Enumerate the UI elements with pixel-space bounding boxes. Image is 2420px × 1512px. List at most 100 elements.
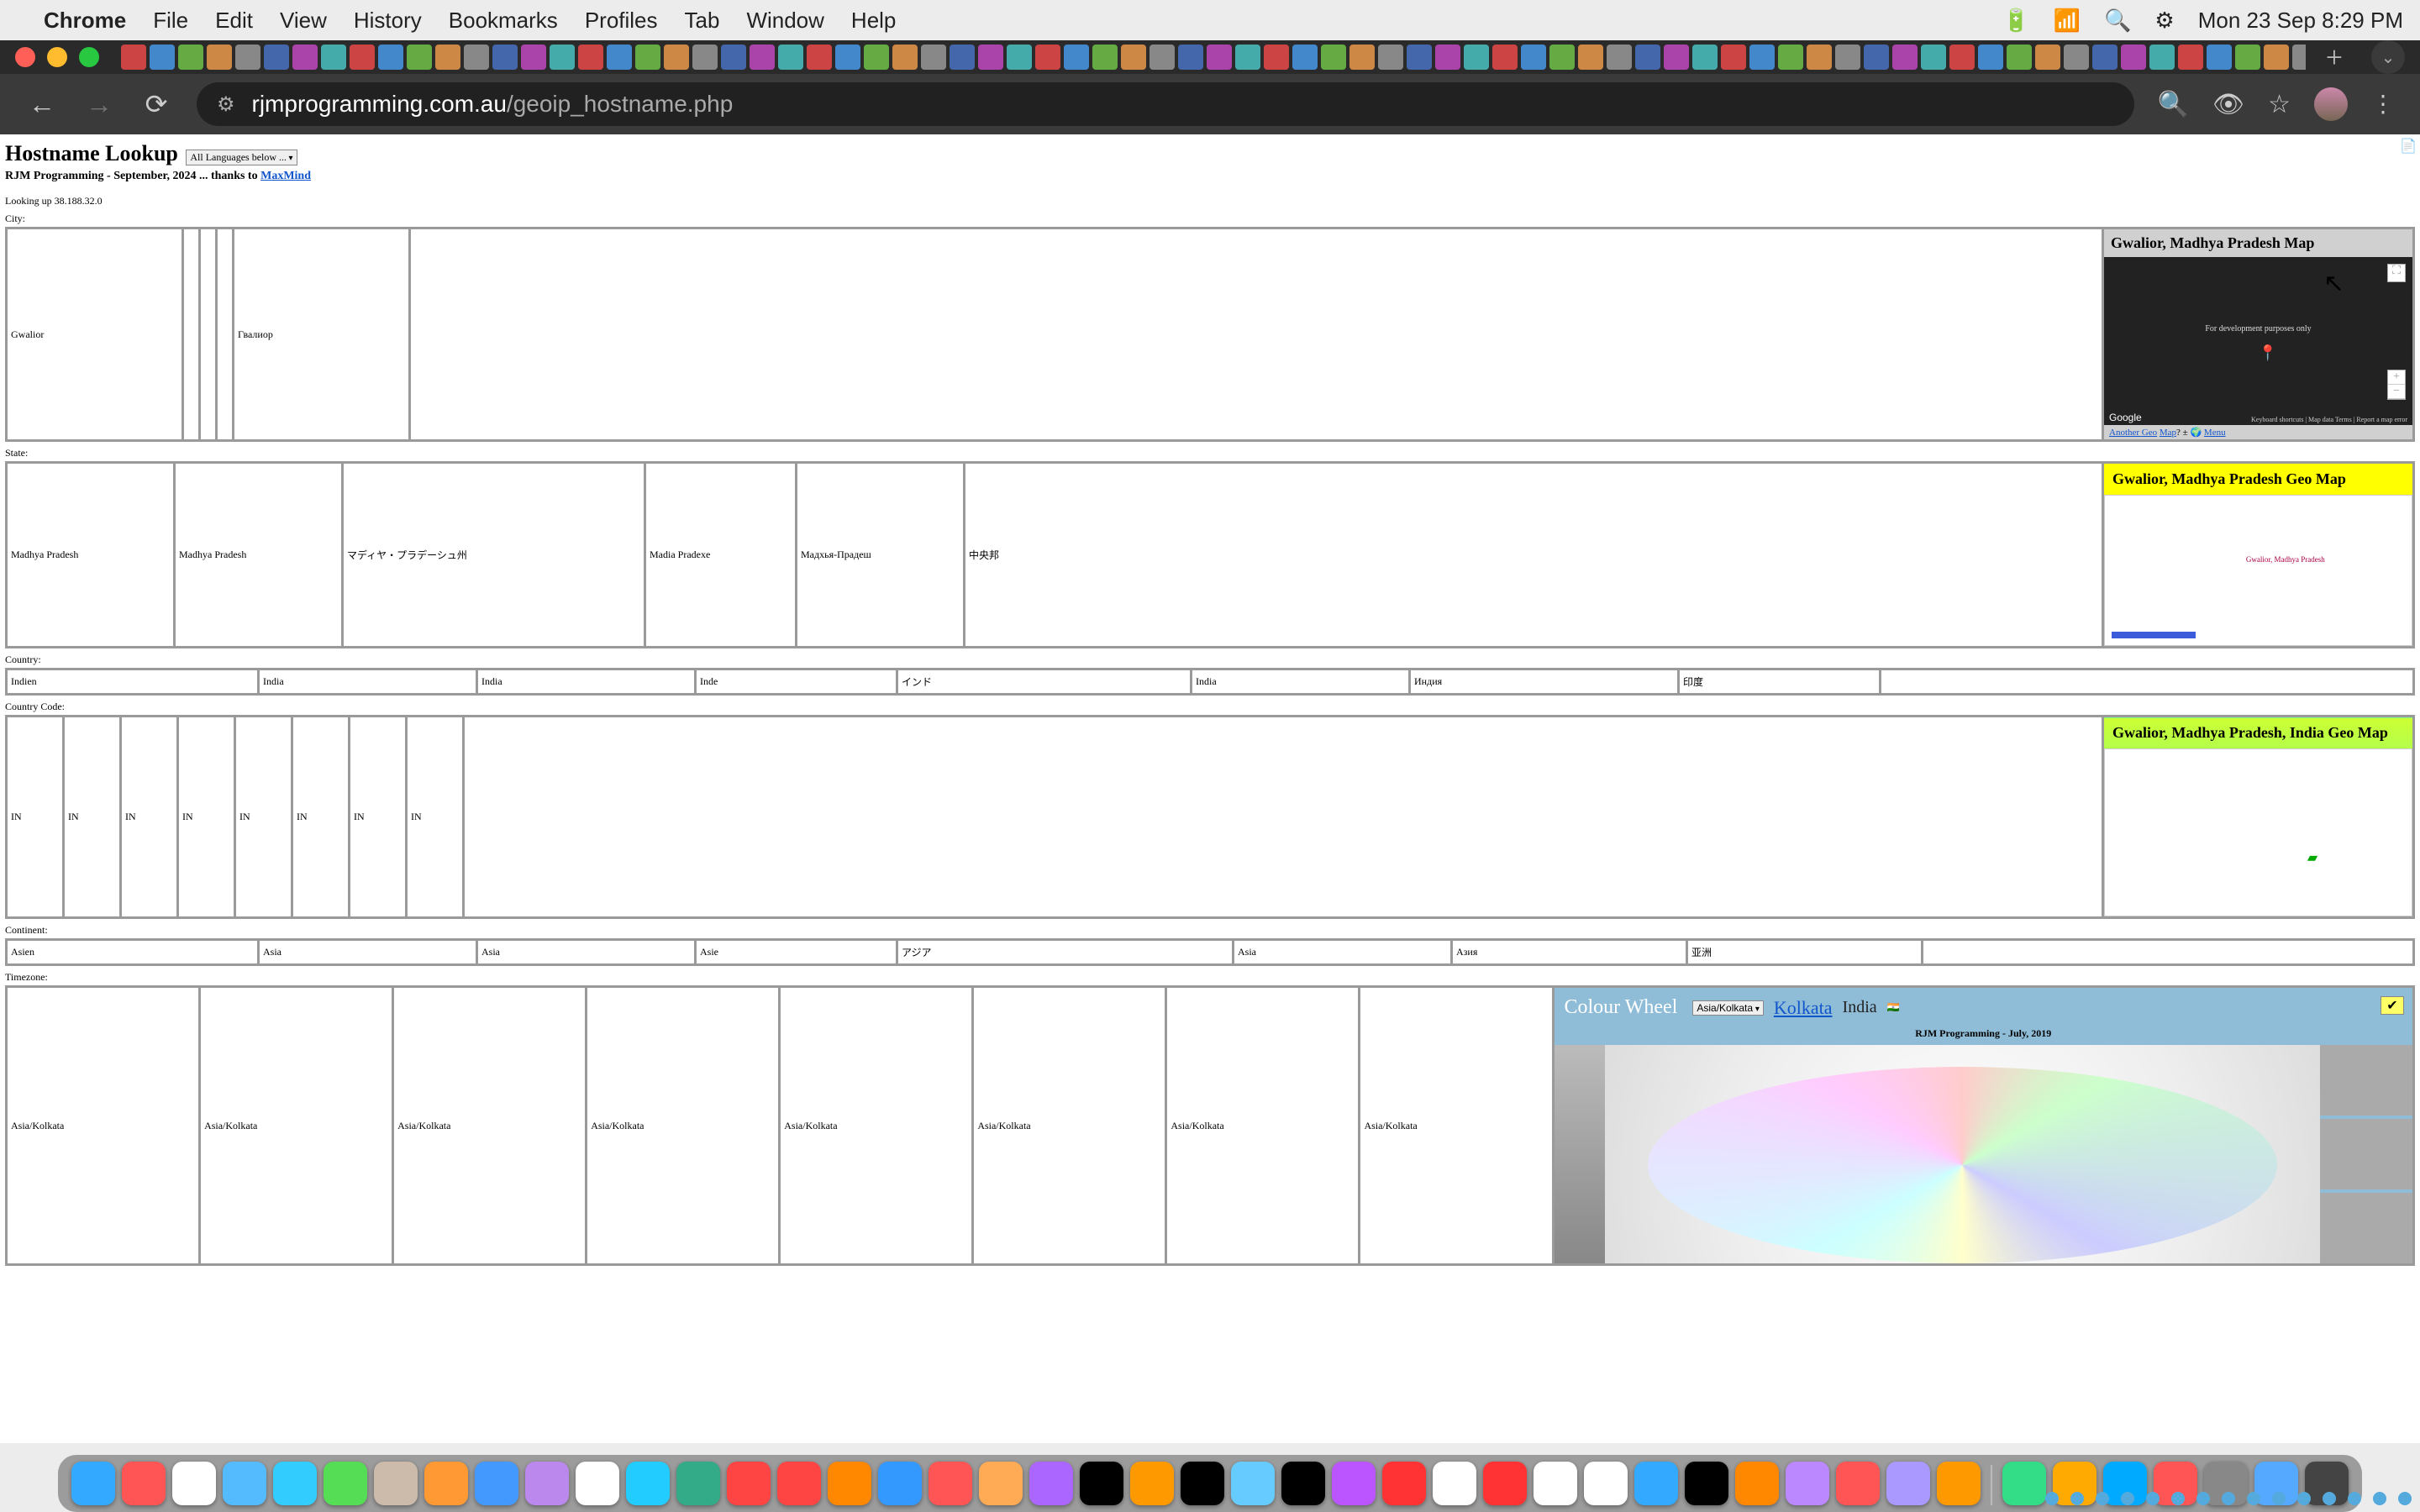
popout-icon[interactable]: 📄 <box>2400 138 2417 155</box>
address-bar[interactable]: ⚙ rjmprogramming.com.au/geoip_hostname.p… <box>197 82 2134 126</box>
spotlight-icon[interactable]: 🔍 <box>2104 8 2131 34</box>
dock-indicator[interactable] <box>2222 1492 2235 1505</box>
dock-app[interactable] <box>424 1462 468 1505</box>
browser-tab[interactable] <box>1521 45 1546 70</box>
browser-tab[interactable] <box>2121 45 2146 70</box>
dock-app[interactable] <box>1231 1462 1275 1505</box>
browser-tab[interactable] <box>1664 45 1689 70</box>
window-minimize-button[interactable] <box>47 47 67 67</box>
wifi-icon[interactable]: 📶 <box>2054 8 2081 34</box>
browser-tab[interactable] <box>178 45 203 70</box>
browser-tab[interactable] <box>1749 45 1775 70</box>
dock-app[interactable] <box>1534 1462 1577 1505</box>
bookmark-star-icon[interactable]: ☆ <box>2268 90 2291 119</box>
dock-app[interactable] <box>2002 1462 2046 1505</box>
browser-tab[interactable] <box>1035 45 1060 70</box>
thumbnail-image[interactable] <box>2320 1119 2412 1189</box>
browser-tab[interactable] <box>2178 45 2203 70</box>
browser-tab[interactable] <box>1064 45 1089 70</box>
dock-indicator[interactable] <box>2171 1492 2185 1505</box>
browser-tab[interactable] <box>2007 45 2032 70</box>
browser-tab[interactable] <box>1549 45 1575 70</box>
dock-app[interactable] <box>1382 1462 1426 1505</box>
dock-app[interactable] <box>475 1462 518 1505</box>
browser-tab[interactable] <box>1892 45 1918 70</box>
browser-tab[interactable] <box>2149 45 2175 70</box>
menu-edit[interactable]: Edit <box>215 8 253 34</box>
browser-tab[interactable] <box>1835 45 1860 70</box>
browser-tab[interactable] <box>778 45 803 70</box>
thumbnail-image[interactable] <box>2320 1193 2412 1263</box>
back-button[interactable]: ← <box>25 89 59 120</box>
browser-tab[interactable] <box>2292 45 2306 70</box>
browser-tab[interactable] <box>121 45 146 70</box>
browser-tab[interactable] <box>1407 45 1432 70</box>
browser-tab[interactable] <box>1121 45 1146 70</box>
dock-app[interactable] <box>1029 1462 1073 1505</box>
browser-tab[interactable] <box>1292 45 1318 70</box>
dock-app[interactable] <box>1937 1462 1981 1505</box>
dock-indicator[interactable] <box>2373 1492 2386 1505</box>
browser-tab[interactable] <box>1007 45 1032 70</box>
battery-icon[interactable]: 🔋 <box>2002 8 2029 34</box>
browser-tab[interactable] <box>807 45 832 70</box>
browser-tab[interactable] <box>321 45 346 70</box>
browser-tab[interactable] <box>635 45 660 70</box>
dock-indicator[interactable] <box>2045 1492 2059 1505</box>
browser-tab[interactable] <box>235 45 260 70</box>
browser-tab[interactable] <box>264 45 289 70</box>
browser-tab[interactable] <box>2064 45 2089 70</box>
browser-tab[interactable] <box>150 45 175 70</box>
browser-tab[interactable] <box>435 45 460 70</box>
menubar-clock[interactable]: Mon 23 Sep 8:29 PM <box>2198 8 2403 34</box>
browser-tab[interactable] <box>350 45 375 70</box>
dock-app[interactable] <box>71 1462 115 1505</box>
dock-app[interactable] <box>828 1462 871 1505</box>
another-link[interactable]: Another <box>2109 428 2142 438</box>
dock-indicator[interactable] <box>2323 1492 2336 1505</box>
dock-app[interactable] <box>172 1462 216 1505</box>
browser-tab[interactable] <box>1178 45 1203 70</box>
dock-app[interactable] <box>1886 1462 1930 1505</box>
browser-tab[interactable] <box>664 45 689 70</box>
menu-file[interactable]: File <box>153 8 188 34</box>
browser-tab[interactable] <box>1949 45 1975 70</box>
menu-link[interactable]: Menu <box>2204 428 2226 438</box>
geo-chart-region[interactable]: Gwalior, Madhya Pradesh <box>2104 495 2412 646</box>
browser-tab[interactable] <box>1635 45 1660 70</box>
profile-avatar[interactable] <box>2314 87 2348 121</box>
browser-tab[interactable] <box>921 45 946 70</box>
dock-app[interactable] <box>1080 1462 1123 1505</box>
menu-help[interactable]: Help <box>851 8 896 34</box>
browser-tab[interactable] <box>2264 45 2289 70</box>
dock-indicator[interactable] <box>2247 1492 2260 1505</box>
browser-tab[interactable] <box>1349 45 1375 70</box>
dock-app[interactable] <box>1634 1462 1678 1505</box>
dock-app[interactable] <box>676 1462 720 1505</box>
browser-tab[interactable] <box>2207 45 2232 70</box>
app-name[interactable]: Chrome <box>44 8 126 34</box>
browser-tab[interactable] <box>2035 45 2060 70</box>
new-tab-button[interactable]: + <box>2311 39 2358 75</box>
tracking-protection-icon[interactable]: 👁 <box>2212 90 2244 119</box>
site-settings-icon[interactable]: ⚙ <box>217 92 235 117</box>
colour-wheel-chart[interactable] <box>1605 1045 2321 1263</box>
dock-app[interactable] <box>223 1462 266 1505</box>
browser-tab[interactable] <box>864 45 889 70</box>
dock-indicator[interactable] <box>2070 1492 2084 1505</box>
browser-tab[interactable] <box>607 45 632 70</box>
google-map[interactable]: ⛶ For development purposes only 📍 +− Goo… <box>2104 257 2412 425</box>
browser-tab[interactable] <box>550 45 575 70</box>
map-link[interactable]: Map <box>2160 428 2176 438</box>
browser-tab[interactable] <box>1807 45 1832 70</box>
browser-tab[interactable] <box>1264 45 1289 70</box>
browser-tab[interactable] <box>1435 45 1460 70</box>
dock-app[interactable] <box>1685 1462 1728 1505</box>
thumbnail-image[interactable] <box>2320 1045 2412 1116</box>
browser-tab[interactable] <box>207 45 232 70</box>
dock-indicator[interactable] <box>2297 1492 2311 1505</box>
menu-bookmarks[interactable]: Bookmarks <box>449 8 558 34</box>
browser-tab[interactable] <box>492 45 518 70</box>
dock-app[interactable] <box>1483 1462 1527 1505</box>
map-zoom-controls[interactable]: +− <box>2387 370 2406 400</box>
